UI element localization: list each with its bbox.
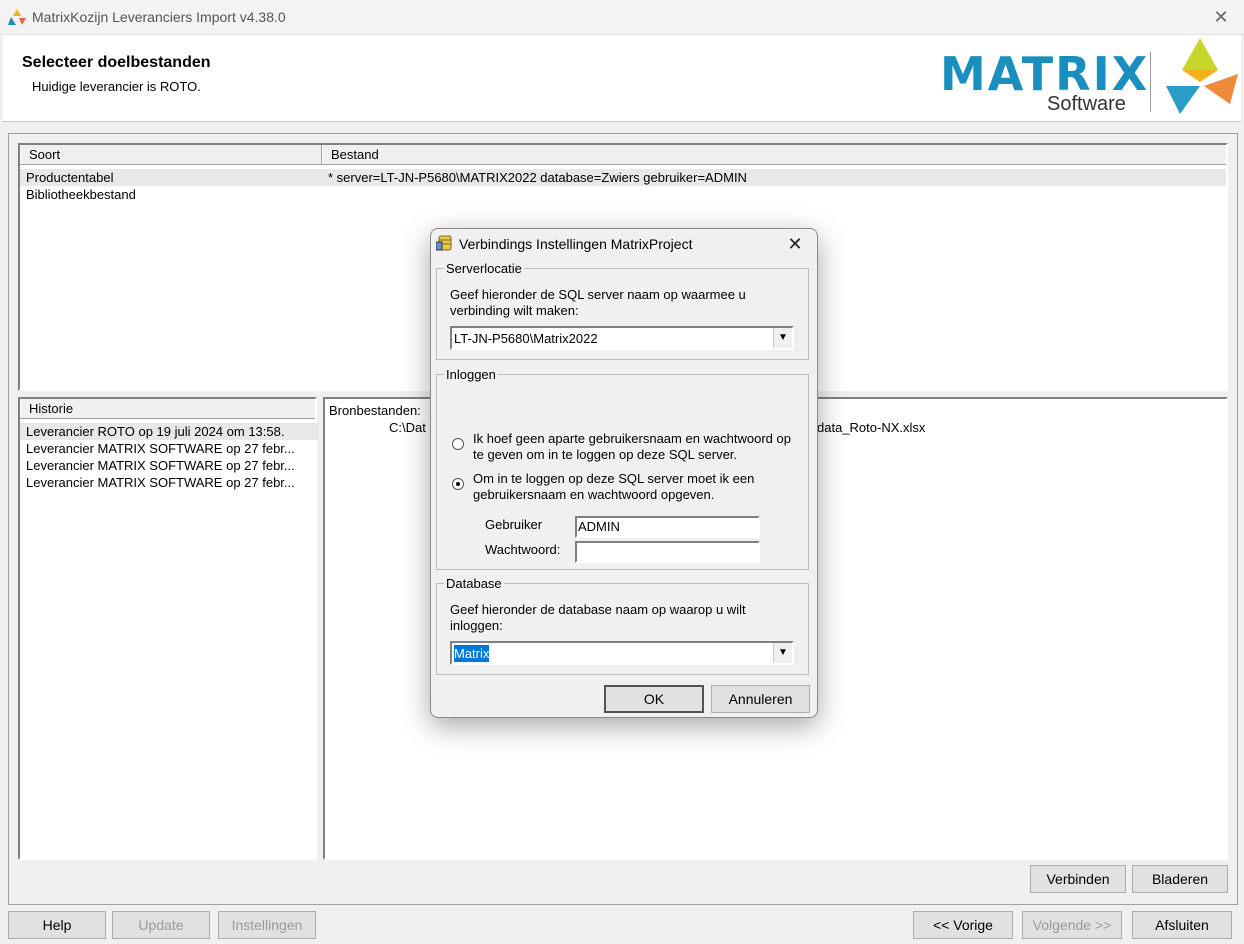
window-close-button[interactable]: ✕ [1206, 5, 1236, 29]
cancel-button[interactable]: Annuleren [711, 685, 810, 713]
password-input[interactable] [575, 541, 760, 563]
list-item[interactable]: Leverancier MATRIX SOFTWARE op 27 febr..… [20, 474, 319, 491]
logo-mark-icon [1166, 38, 1238, 114]
windows-auth-radio[interactable] [452, 438, 464, 450]
settings-button[interactable]: Instellingen [218, 911, 316, 939]
logo-subtext: Software [1047, 93, 1126, 115]
dialog-title: Verbindings Instellingen MatrixProject [459, 236, 693, 252]
user-label: Gebruiker [485, 517, 543, 532]
row-soort: Bibliotheekbestand [26, 187, 136, 202]
files-table-header: Soort Bestand [20, 145, 1226, 165]
database-icon [436, 235, 452, 251]
dialog-close-button[interactable]: ✕ [782, 232, 808, 256]
page-title: Selecteer doelbestanden [22, 54, 211, 71]
details-path-start: C:\Dat [389, 420, 426, 435]
database-select[interactable]: Matrix ▼ [450, 641, 794, 665]
database-group-label: Database [444, 576, 504, 591]
history-list[interactable]: Historie Leverancier ROTO op 19 juli 202… [18, 397, 319, 860]
password-label: Wachtwoord: [485, 542, 561, 557]
window-title: MatrixKozijn Leveranciers Import v4.38.0 [32, 9, 286, 25]
list-item[interactable]: Leverancier MATRIX SOFTWARE op 27 febr..… [20, 457, 319, 474]
details-label: Bronbestanden: [329, 403, 421, 418]
list-item[interactable]: Leverancier MATRIX SOFTWARE op 27 febr..… [20, 440, 319, 457]
table-row[interactable]: Productentabel * server=LT-JN-P5680\MATR… [20, 169, 1226, 186]
app-icon [8, 9, 26, 25]
ok-button[interactable]: OK [604, 685, 704, 713]
row-bestand: * server=LT-JN-P5680\MATRIX2022 database… [328, 170, 747, 185]
logo-divider [1150, 52, 1151, 112]
update-button[interactable]: Update [112, 911, 210, 939]
browse-button-label: Bladeren [1151, 871, 1209, 887]
help-button[interactable]: Help [8, 911, 106, 939]
server-instructions: Geef hieronder de SQL server naam op waa… [450, 287, 746, 318]
server-select-value: LT-JN-P5680\Matrix2022 [454, 331, 598, 346]
server-group-label: Serverlocatie [444, 261, 524, 276]
column-historie[interactable]: Historie [20, 399, 315, 418]
column-bestand[interactable]: Bestand [322, 145, 1226, 164]
database-select-value: Matrix [454, 645, 490, 662]
login-group-label: Inloggen [444, 367, 498, 382]
windows-auth-label[interactable]: Ik hoef geen aparte gebruikersnaam en wa… [473, 431, 793, 463]
history-header: Historie [20, 399, 315, 419]
connect-button-label: Verbinden [1046, 871, 1110, 887]
database-instructions: Geef hieronder de database naam op waaro… [450, 602, 746, 633]
server-select[interactable]: LT-JN-P5680\Matrix2022 ▼ [450, 326, 794, 350]
connect-button[interactable]: Verbinden [1030, 865, 1126, 893]
column-soort[interactable]: Soort [20, 145, 322, 164]
row-soort: Productentabel [26, 170, 114, 185]
next-button[interactable]: Volgende >> [1022, 911, 1122, 939]
previous-button[interactable]: << Vorige [913, 911, 1013, 939]
list-item[interactable]: Leverancier ROTO op 19 juli 2024 om 13:5… [20, 423, 319, 440]
chevron-down-icon[interactable]: ▼ [773, 328, 792, 348]
sql-auth-radio[interactable] [452, 478, 464, 490]
page-subtitle: Huidige leverancier is ROTO. [32, 79, 201, 94]
user-input[interactable]: ADMIN [575, 516, 760, 538]
table-row[interactable]: Bibliotheekbestand [20, 186, 1226, 203]
details-path-end: data_Roto-NX.xlsx [817, 420, 926, 435]
chevron-down-icon[interactable]: ▼ [773, 643, 792, 663]
sql-auth-label[interactable]: Om in te loggen op deze SQL server moet … [473, 471, 793, 503]
close-button[interactable]: Afsluiten [1132, 911, 1232, 939]
browse-button[interactable]: Bladeren [1132, 865, 1228, 893]
